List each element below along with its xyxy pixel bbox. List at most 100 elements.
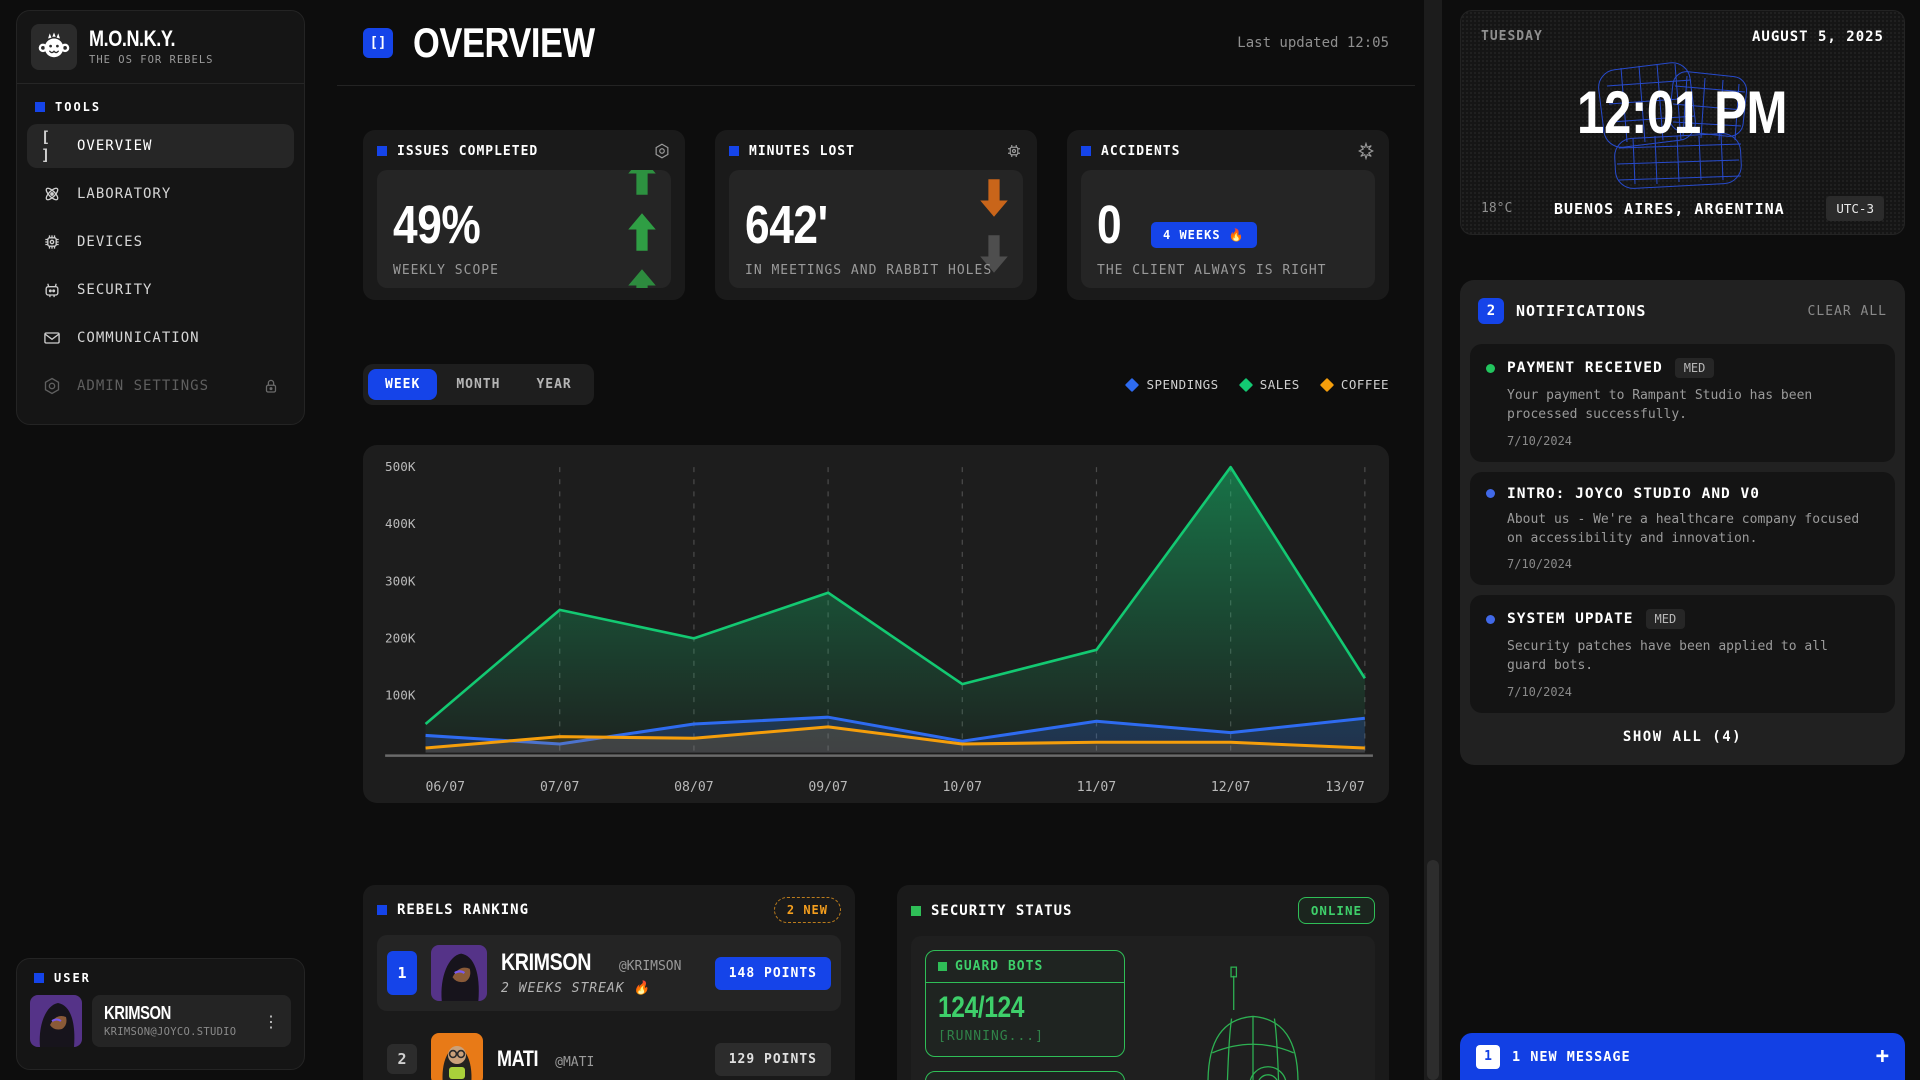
- sidebar-item-security[interactable]: SECURITY: [27, 268, 294, 312]
- green-square-bullet: [938, 962, 947, 971]
- guard-bots-state: [RUNNING...]: [938, 1029, 1112, 1044]
- tools-section-label: TOOLS: [17, 84, 304, 122]
- notification-payment-received[interactable]: PAYMENT RECEIVED MED Your payment to Ram…: [1470, 344, 1895, 462]
- page-title: OVERVIEW: [413, 22, 595, 64]
- app-name: M.O.N.K.Y.: [89, 28, 175, 50]
- clock-date: AUGUST 5, 2025: [1752, 29, 1884, 45]
- streak-badge: 4 WEEKS 🔥: [1151, 222, 1257, 248]
- sidebar-item-laboratory[interactable]: LABORATORY: [27, 172, 294, 216]
- notifications-panel: 2 NOTIFICATIONS CLEAR ALL PAYMENT RECEIV…: [1460, 280, 1905, 765]
- diamond-icon: [1239, 377, 1253, 391]
- chart-legend: SPENDINGS SALES COFFEE: [1127, 377, 1389, 392]
- message-label: 1 NEW MESSAGE: [1512, 1049, 1631, 1065]
- notification-date: 7/10/2024: [1486, 434, 1879, 448]
- tab-month[interactable]: MONTH: [439, 369, 517, 400]
- notification-date: 7/10/2024: [1486, 685, 1879, 699]
- legend-sales[interactable]: SALES: [1241, 377, 1300, 392]
- last-updated: Last updated 12:05: [1237, 35, 1389, 51]
- sidebar-item-overview[interactable]: [ ] OVERVIEW: [27, 124, 294, 168]
- security-status-panel: SECURITY STATUS ONLINE GUARD BOTS 124/12…: [897, 885, 1389, 1080]
- line-chart: 100K200K300K400K500K06/0707/0708/0709/07…: [371, 453, 1381, 801]
- legend-coffee[interactable]: COFFEE: [1322, 377, 1389, 392]
- svg-text:10/07: 10/07: [943, 780, 982, 795]
- stat-value: 0: [1097, 198, 1121, 252]
- blue-square-bullet: [377, 146, 387, 156]
- kebab-menu-icon[interactable]: ⋮: [263, 1012, 279, 1031]
- scrollbar-thumb[interactable]: [1427, 860, 1439, 1080]
- stats-row: ISSUES COMPLETED 49% WEEKLY SCOPE MINUTE…: [363, 130, 1389, 300]
- notification-intro-joyco[interactable]: INTRO: JOYCO STUDIO AND V0 About us - We…: [1470, 472, 1895, 586]
- guard-bots-box: GUARD BOTS 124/124 [RUNNING...]: [925, 950, 1125, 1057]
- lock-icon: [262, 377, 280, 395]
- mail-icon: [41, 328, 63, 348]
- monkey-logo-icon: [31, 24, 77, 70]
- online-status-badge: ONLINE: [1298, 897, 1375, 924]
- rank-number: 2: [387, 1044, 417, 1074]
- ranking-row-2[interactable]: 2 MATI@MATI 129 POINTS: [377, 1023, 841, 1080]
- user-avatar[interactable]: [30, 995, 82, 1047]
- app-tagline: THE OS FOR REBELS: [89, 54, 213, 66]
- svg-text:400K: 400K: [385, 516, 416, 531]
- bottom-row: REBELS RANKING 2 NEW 1 KRIMSON@KRIMSON 2…: [363, 885, 1389, 1080]
- user-email: KRIMSON@JOYCO.STUDIO: [104, 1026, 236, 1038]
- status-dot: [1486, 489, 1495, 498]
- user-panel: USER KRIMSON KRIMSON@JOYCO.STUDIO ⋮: [16, 958, 305, 1070]
- chip-icon: [41, 232, 63, 252]
- svg-text:08/07: 08/07: [674, 780, 713, 795]
- severity-badge: MED: [1675, 358, 1715, 378]
- scrollbar-track: [1424, 0, 1442, 1080]
- notification-system-update[interactable]: SYSTEM UPDATE MED Security patches have …: [1470, 595, 1895, 713]
- blue-square-bullet: [1081, 146, 1091, 156]
- rank-handle: @KRIMSON: [619, 959, 682, 974]
- clock-time: 12:01 PM: [1577, 83, 1787, 143]
- clock-day: TUESDAY: [1481, 29, 1543, 44]
- rank-number: 1: [387, 951, 417, 995]
- svg-text:200K: 200K: [385, 630, 416, 645]
- brackets-icon: [ ]: [41, 128, 63, 164]
- location: BUENOS AIRES, ARGENTINA: [1512, 200, 1826, 218]
- show-all-button[interactable]: SHOW ALL (4): [1470, 713, 1895, 755]
- tab-year[interactable]: YEAR: [519, 369, 588, 400]
- message-count-badge: 1: [1476, 1045, 1500, 1069]
- svg-text:07/07: 07/07: [540, 780, 579, 795]
- stat-caption: WEEKLY SCOPE: [393, 263, 499, 278]
- atom-icon: [41, 184, 63, 204]
- overview-brackets-icon: []: [363, 28, 393, 58]
- rank-handle: @MATI: [555, 1055, 594, 1070]
- firewall-box: FIREWALL: [925, 1071, 1125, 1080]
- main-header: [] OVERVIEW Last updated 12:05: [337, 0, 1415, 86]
- notifications-title: NOTIFICATIONS: [1516, 302, 1646, 320]
- sidebar-item-communication[interactable]: COMMUNICATION: [27, 316, 294, 360]
- svg-text:13/07: 13/07: [1325, 780, 1364, 795]
- svg-text:11/07: 11/07: [1077, 780, 1116, 795]
- avatar-mati: [431, 1033, 483, 1080]
- timezone-badge: UTC-3: [1826, 196, 1884, 221]
- legend-spendings[interactable]: SPENDINGS: [1127, 377, 1218, 392]
- blue-square-bullet: [729, 146, 739, 156]
- sidebar-item-admin-settings[interactable]: ADMIN SETTINGS: [27, 364, 294, 408]
- plus-icon[interactable]: +: [1876, 1044, 1889, 1069]
- chart-controls: WEEK MONTH YEAR SPENDINGS SALES COFFEE: [363, 364, 1389, 405]
- burst-icon[interactable]: [1357, 142, 1375, 160]
- stat-caption: IN MEETINGS AND RABBIT HOLES: [745, 263, 992, 278]
- chip-icon[interactable]: [1005, 142, 1023, 160]
- stat-value: 642': [745, 198, 828, 252]
- right-panel: TUESDAY AUGUST 5, 2025 12:01 PM 18°C BUE…: [1460, 0, 1905, 1080]
- stat-card-accidents: ACCIDENTS 0 4 WEEKS 🔥 THE CLIENT ALWAYS …: [1067, 130, 1389, 300]
- new-message-bar[interactable]: 1 1 NEW MESSAGE +: [1460, 1033, 1905, 1080]
- tab-week[interactable]: WEEK: [368, 369, 437, 400]
- svg-text:09/07: 09/07: [808, 780, 847, 795]
- blue-square-bullet: [34, 973, 44, 983]
- hex-nut-icon: [41, 376, 63, 396]
- notification-count-badge: 2: [1478, 298, 1504, 324]
- sidebar-item-devices[interactable]: DEVICES: [27, 220, 294, 264]
- status-dot: [1486, 364, 1495, 373]
- sidebar-nav: [ ] OVERVIEW LABORATORY DEVICES: [17, 122, 304, 414]
- trend-up-arrows: [627, 170, 657, 288]
- hex-nut-icon[interactable]: [653, 142, 671, 160]
- ranking-row-1[interactable]: 1 KRIMSON@KRIMSON 2 WEEKS STREAK 🔥 148 P…: [377, 935, 841, 1011]
- guard-bots-count: 124/124: [938, 993, 1024, 1023]
- clear-all-button[interactable]: CLEAR ALL: [1808, 304, 1887, 319]
- notification-body: Security patches have been applied to al…: [1486, 638, 1871, 676]
- svg-text:500K: 500K: [385, 459, 416, 474]
